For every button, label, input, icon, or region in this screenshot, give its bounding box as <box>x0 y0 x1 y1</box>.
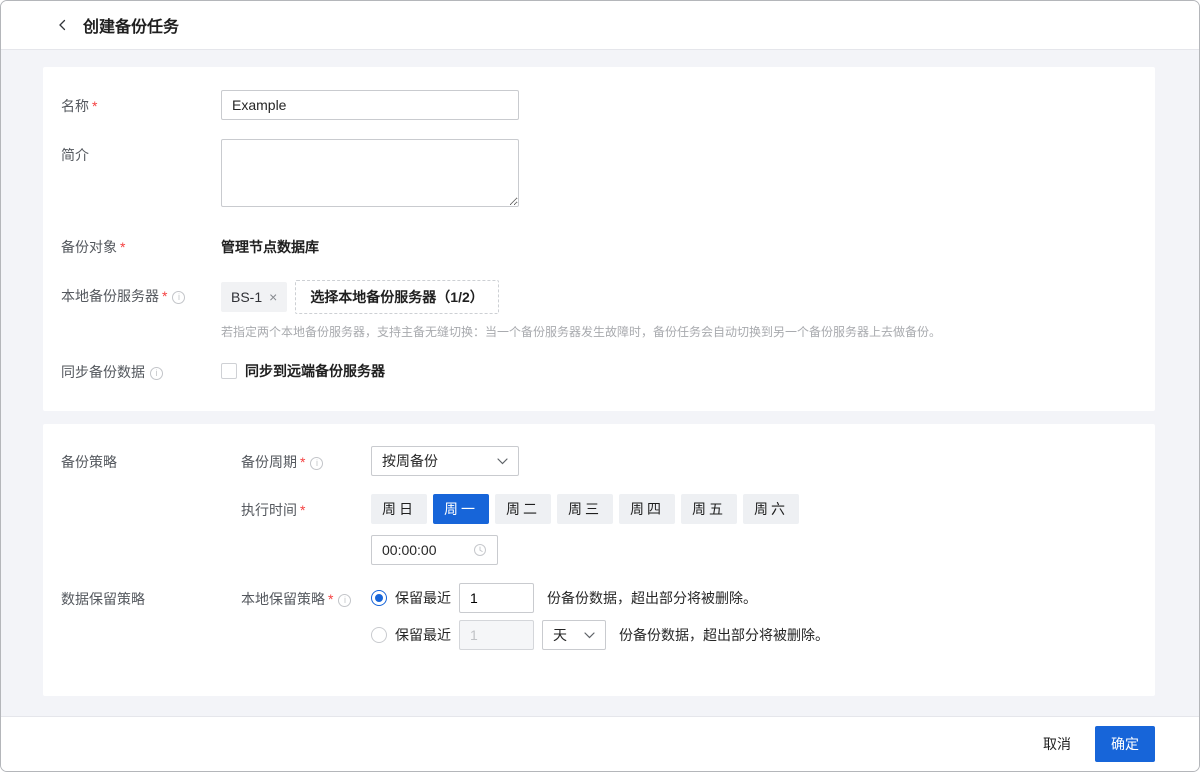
required-mark: * <box>300 454 305 470</box>
description-row: 简介 <box>61 139 1135 207</box>
description-textarea[interactable] <box>221 139 519 207</box>
info-icon[interactable]: i <box>338 594 351 607</box>
info-icon[interactable]: i <box>150 367 163 380</box>
required-mark: * <box>328 591 333 607</box>
exec-time-row: 执行时间* 周日 周一 周二 周三 周四 周五 周六 <box>241 494 1135 565</box>
name-row: 名称* <box>61 90 1135 120</box>
required-mark: * <box>120 239 125 255</box>
backup-strategy-group: 备份策略 备份周期*i 按周备份 执行时间* <box>61 446 1135 565</box>
backup-cycle-select[interactable]: 按周备份 <box>371 446 519 476</box>
retention-count-input[interactable] <box>459 583 534 613</box>
backup-cycle-value: 按周备份 <box>382 451 438 471</box>
page-title: 创建备份任务 <box>83 13 179 37</box>
form-content: 名称* 简介 备份对象* 管理节点数据库 本地备份服务器*i <box>1 50 1199 716</box>
retention-count-prefix: 保留最近 <box>395 588 451 608</box>
confirm-button[interactable]: 确定 <box>1095 726 1155 762</box>
day-button-thursday[interactable]: 周四 <box>619 494 675 524</box>
name-label: 名称* <box>61 90 221 120</box>
time-picker-input[interactable]: 00:00:00 <box>371 535 498 565</box>
retention-option-duration: 保留最近 天 份备份数据，超出部分将被删除。 <box>371 620 829 650</box>
local-backup-server-row: 本地备份服务器*i BS-1 × 选择本地备份服务器（1/2） 若指定两个本地备… <box>61 280 1135 340</box>
sync-remote-checkbox-label: 同步到远端备份服务器 <box>245 361 385 381</box>
weekday-selector: 周日 周一 周二 周三 周四 周五 周六 <box>371 494 805 524</box>
basic-info-card: 名称* 简介 备份对象* 管理节点数据库 本地备份服务器*i <box>43 67 1155 411</box>
sync-backup-label: 同步备份数据i <box>61 356 221 382</box>
retention-duration-prefix: 保留最近 <box>395 625 451 645</box>
exec-time-label: 执行时间* <box>241 494 371 565</box>
day-button-wednesday[interactable]: 周三 <box>557 494 613 524</box>
chevron-down-icon <box>584 632 595 639</box>
select-server-button[interactable]: 选择本地备份服务器（1/2） <box>295 280 498 314</box>
retention-duration-input[interactable] <box>459 620 534 650</box>
retention-option-count: 保留最近 份备份数据，超出部分将被删除。 <box>371 583 829 613</box>
day-button-sunday[interactable]: 周日 <box>371 494 427 524</box>
server-tag: BS-1 × <box>221 282 287 312</box>
required-mark: * <box>162 288 167 304</box>
local-retention-row: 本地保留策略*i 保留最近 份备份数据，超出部分将被删除。 <box>241 583 1135 650</box>
clock-icon <box>473 543 487 557</box>
backup-object-value: 管理节点数据库 <box>221 231 319 257</box>
retention-count-radio[interactable] <box>371 590 387 606</box>
retention-group-label: 数据保留策略 <box>61 583 241 650</box>
chevron-left-icon <box>57 19 69 31</box>
day-button-tuesday[interactable]: 周二 <box>495 494 551 524</box>
cancel-button[interactable]: 取消 <box>1031 727 1083 761</box>
time-value: 00:00:00 <box>382 542 437 558</box>
backup-cycle-label: 备份周期*i <box>241 446 371 476</box>
chevron-down-icon <box>497 458 508 465</box>
backup-cycle-row: 备份周期*i 按周备份 <box>241 446 1135 476</box>
server-tag-label: BS-1 <box>231 289 262 305</box>
day-button-saturday[interactable]: 周六 <box>743 494 799 524</box>
backup-strategy-group-label: 备份策略 <box>61 446 241 565</box>
strategy-card: 备份策略 备份周期*i 按周备份 执行时间* <box>43 424 1155 696</box>
sync-backup-row: 同步备份数据i 同步到远端备份服务器 <box>61 356 1135 382</box>
retention-count-suffix: 份备份数据，超出部分将被删除。 <box>547 588 757 608</box>
backup-object-row: 备份对象* 管理节点数据库 <box>61 231 1135 257</box>
retention-unit-select[interactable]: 天 <box>542 620 606 650</box>
name-input[interactable] <box>221 90 519 120</box>
local-backup-server-label: 本地备份服务器*i <box>61 280 221 340</box>
required-mark: * <box>92 98 97 114</box>
server-hint-text: 若指定两个本地备份服务器，支持主备无缝切换：当一个备份服务器发生故障时，备份任务… <box>221 323 941 340</box>
backup-object-label: 备份对象* <box>61 231 221 257</box>
retention-unit-value: 天 <box>553 625 567 645</box>
info-icon[interactable]: i <box>310 457 323 470</box>
sync-remote-checkbox[interactable] <box>221 363 237 379</box>
remove-tag-icon[interactable]: × <box>269 290 277 304</box>
day-button-friday[interactable]: 周五 <box>681 494 737 524</box>
create-backup-task-page: 创建备份任务 名称* 简介 备份对象* 管理节点数据库 <box>0 0 1200 772</box>
retention-duration-radio[interactable] <box>371 627 387 643</box>
retention-group: 数据保留策略 本地保留策略*i 保留最近 份备份数据，超出部分将被删除。 <box>61 583 1135 650</box>
local-retention-label: 本地保留策略*i <box>241 583 371 650</box>
info-icon[interactable]: i <box>172 291 185 304</box>
required-mark: * <box>300 502 305 518</box>
day-button-monday[interactable]: 周一 <box>433 494 489 524</box>
footer-bar: 取消 确定 <box>1 716 1199 771</box>
back-button[interactable] <box>57 19 69 31</box>
description-label: 简介 <box>61 139 221 207</box>
page-header: 创建备份任务 <box>1 1 1199 50</box>
retention-duration-suffix: 份备份数据，超出部分将被删除。 <box>619 625 829 645</box>
local-backup-server-controls: BS-1 × 选择本地备份服务器（1/2） 若指定两个本地备份服务器，支持主备无… <box>221 280 941 340</box>
